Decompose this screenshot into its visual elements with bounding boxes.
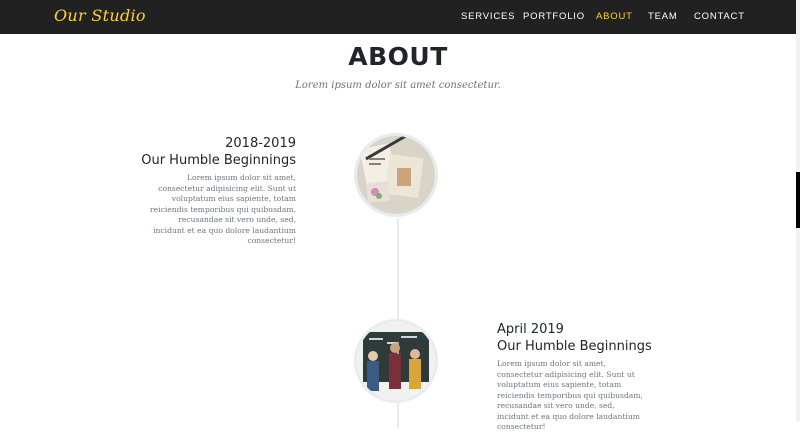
nav-contact[interactable]: CONTACT: [694, 11, 745, 22]
timeline-heading: Our Humble Beginnings: [141, 153, 296, 168]
timeline-image-desk: [354, 133, 438, 217]
brand-logo[interactable]: Our Studio: [54, 6, 146, 25]
nav-portfolio[interactable]: PORTFOLIO: [523, 11, 585, 22]
nav-services[interactable]: SERVICES: [461, 11, 515, 22]
timeline-heading: Our Humble Beginnings: [497, 339, 652, 354]
navbar: Our Studio SERVICES PORTFOLIO ABOUT TEAM…: [0, 0, 796, 34]
section-subtitle: Lorem ipsum dolor sit amet consectetur.: [295, 80, 501, 91]
timeline-date: 2018-2019: [225, 136, 296, 151]
nav-about[interactable]: ABOUT: [596, 11, 633, 22]
timeline-body: Lorem ipsum dolor sit amet, consectetur …: [150, 173, 296, 245]
section-title: ABOUT: [348, 42, 448, 71]
timeline-date: April 2019: [497, 322, 564, 337]
scrollbar[interactable]: [796, 0, 800, 421]
scrollbar-thumb[interactable]: [796, 172, 800, 228]
timeline-body: Lorem ipsum dolor sit amet, consectetur …: [497, 359, 643, 431]
timeline-image-team: [354, 319, 438, 403]
nav-team[interactable]: TEAM: [648, 11, 678, 22]
